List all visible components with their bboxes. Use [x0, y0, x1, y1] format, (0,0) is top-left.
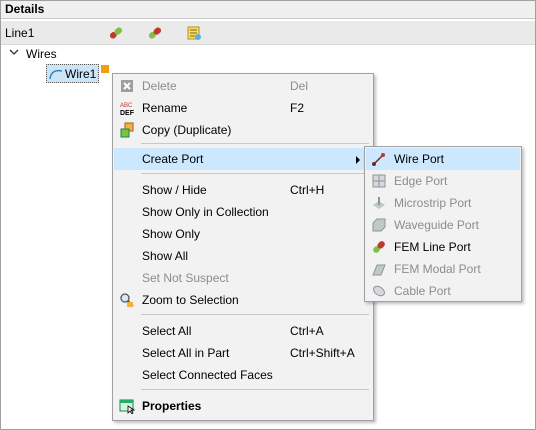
menu-item-properties[interactable]: Properties [114, 395, 372, 417]
red-green-capsule-icon[interactable] [147, 25, 163, 41]
zoom-icon [120, 293, 134, 307]
fem-modal-port-icon [372, 264, 386, 276]
svg-text:ABC: ABC [120, 103, 133, 109]
menu-item-select-all[interactable]: Select All Ctrl+A [114, 320, 372, 342]
menu-separator [141, 389, 369, 390]
wire-port-icon [372, 153, 385, 166]
color-marker [101, 65, 109, 73]
submenu-item-microstrip-port[interactable]: Microstrip Port [366, 192, 520, 214]
edge-port-icon [372, 174, 386, 188]
menu-item-create-port[interactable]: Create Port [114, 148, 372, 170]
submenu-arrow-icon [356, 156, 360, 164]
menu-item-show-all[interactable]: Show All [114, 245, 372, 267]
object-row[interactable]: Line1 [1, 21, 535, 45]
green-red-capsule-icon[interactable] [108, 25, 124, 41]
fem-line-port-icon [373, 241, 385, 253]
menu-item-select-all-in-part[interactable]: Select All in Part Ctrl+Shift+A [114, 342, 372, 364]
properties-icon [119, 399, 135, 414]
object-name: Line1 [5, 26, 35, 40]
submenu-item-edge-port[interactable]: Edge Port [366, 170, 520, 192]
rename-icon: ABC DEF [120, 103, 135, 116]
chevron-down-icon[interactable] [9, 47, 19, 57]
submenu-item-fem-modal-port[interactable]: FEM Modal Port [366, 258, 520, 280]
context-menu: Delete Del ABC DEF Rename F2 Copy (Dupli… [112, 73, 374, 421]
menu-item-zoom-to-selection[interactable]: Zoom to Selection [114, 289, 372, 311]
submenu-item-cable-port[interactable]: Cable Port [366, 280, 520, 302]
menu-separator [141, 143, 369, 144]
submenu-item-waveguide-port[interactable]: Waveguide Port [366, 214, 520, 236]
cable-port-icon [373, 285, 385, 297]
menu-separator [141, 173, 369, 174]
menu-item-copy-duplicate[interactable]: Copy (Duplicate) [114, 119, 372, 141]
waveguide-port-icon [372, 218, 386, 232]
delete-icon [121, 80, 133, 92]
menu-item-show-only-in-collection[interactable]: Show Only in Collection [114, 201, 372, 223]
menu-item-select-connected-faces[interactable]: Select Connected Faces [114, 364, 372, 386]
tree-item-wire1[interactable]: Wire1 [46, 64, 99, 83]
menu-item-rename[interactable]: ABC DEF Rename F2 [114, 97, 372, 119]
copy-icon [120, 122, 134, 138]
create-port-submenu: Wire Port Edge Port Microstrip Port Wave… [364, 146, 522, 302]
menu-item-show-hide[interactable]: Show / Hide Ctrl+H [114, 179, 372, 201]
menu-item-show-only[interactable]: Show Only [114, 223, 372, 245]
microstrip-port-icon [373, 197, 385, 209]
submenu-item-wire-port[interactable]: Wire Port [366, 148, 520, 170]
submenu-item-fem-line-port[interactable]: FEM Line Port [366, 236, 520, 258]
panel-title: Details [1, 1, 535, 19]
wire-icon [49, 69, 63, 80]
menu-item-delete[interactable]: Delete Del [114, 75, 372, 97]
notes-icon[interactable] [186, 25, 202, 41]
menu-item-set-not-suspect[interactable]: Set Not Suspect [114, 267, 372, 289]
tree-group-wires[interactable]: Wires [26, 45, 57, 63]
menu-separator [141, 314, 369, 315]
svg-text:DEF: DEF [120, 110, 135, 116]
tree-item-label: Wire1 [65, 67, 97, 81]
